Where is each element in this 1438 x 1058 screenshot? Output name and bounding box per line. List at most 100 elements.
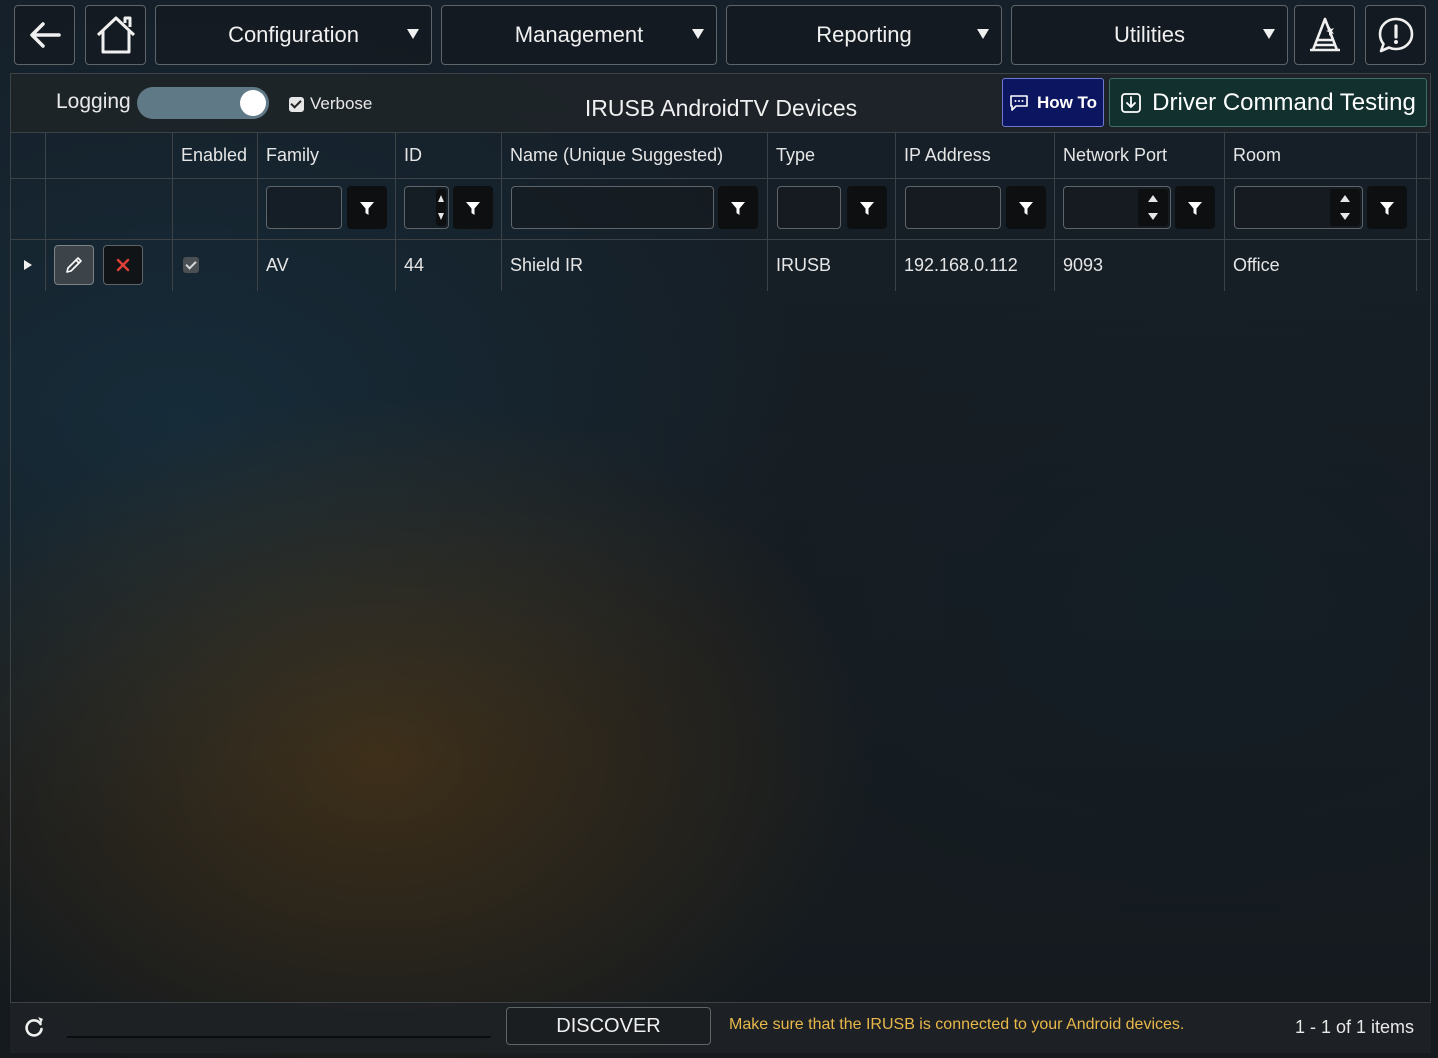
filter-icon — [360, 201, 374, 215]
how-to-label: How To — [1036, 92, 1098, 112]
type-filter-input[interactable] — [777, 186, 841, 229]
filter-family — [258, 178, 396, 239]
close-icon — [116, 258, 130, 272]
devices-panel: Logging Verbose IRUSB AndroidTV Devices … — [10, 73, 1431, 1003]
header-room-label: Room — [1233, 144, 1282, 165]
name-cell: Shield IR — [502, 239, 768, 291]
ip-filter-button[interactable] — [1006, 186, 1046, 229]
edit-button[interactable] — [54, 245, 94, 285]
chevron-down-icon — [1263, 29, 1275, 39]
utilities-menu[interactable]: Utilities — [1011, 5, 1288, 65]
spin-down-icon — [1340, 213, 1350, 221]
room-cell: Office — [1225, 239, 1417, 291]
chat-bubble-icon — [1010, 94, 1028, 111]
room-filter-button[interactable] — [1367, 186, 1407, 229]
filter-ip — [896, 178, 1055, 239]
header-name[interactable]: Name (Unique Suggested) — [502, 132, 768, 178]
configuration-menu-label: Configuration — [228, 22, 359, 47]
id-filter-spinner[interactable] — [436, 189, 446, 226]
pager-info: 1 - 1 of 1 items — [1294, 1017, 1414, 1037]
header-port[interactable]: Network Port — [1055, 132, 1225, 178]
filter-id — [396, 178, 502, 239]
filter-icon — [1380, 201, 1394, 215]
enabled-checkbox[interactable] — [183, 257, 199, 273]
header-family-label: Family — [266, 144, 319, 165]
progress-track — [67, 1036, 491, 1038]
chevron-down-icon — [692, 29, 704, 39]
header-ip[interactable]: IP Address — [896, 132, 1055, 178]
room-filter-input[interactable] — [1234, 186, 1363, 229]
id-filter-input[interactable] — [404, 186, 449, 229]
spin-up-icon — [1148, 194, 1158, 202]
logging-toggle[interactable] — [137, 87, 269, 119]
chevron-down-icon — [407, 29, 419, 39]
filter-type — [768, 178, 896, 239]
family-filter-input[interactable] — [266, 186, 342, 229]
how-to-button[interactable]: How To — [1002, 78, 1104, 127]
table-row[interactable]: AV 44 Shield IR IRUSB 192.168.0.112 9093… — [11, 239, 1430, 291]
verbose-label: Verbose — [310, 94, 373, 113]
type-cell: IRUSB — [768, 239, 896, 291]
id-filter-button[interactable] — [453, 186, 493, 229]
header-type[interactable]: Type — [768, 132, 896, 178]
driver-command-testing-label: Driver Command Testing — [1152, 88, 1416, 116]
grid-header-row: Enabled Family ID Name (Unique Suggested… — [11, 132, 1430, 179]
name-filter-button[interactable] — [718, 186, 758, 229]
driver-command-testing-button[interactable]: Driver Command Testing — [1109, 78, 1427, 127]
arrow-left-icon — [29, 22, 61, 48]
header-id-label: ID — [404, 144, 422, 165]
enabled-cell — [173, 239, 258, 291]
filter-icon — [466, 201, 480, 215]
filter-enabled — [173, 178, 258, 239]
spin-up-icon — [438, 194, 444, 202]
header-enabled-label: Enabled — [181, 144, 248, 165]
port-filter-input[interactable] — [1063, 186, 1171, 229]
room-filter-spinner[interactable] — [1330, 189, 1360, 226]
page-title: IRUSB AndroidTV Devices — [584, 95, 858, 121]
type-filter-button[interactable] — [847, 186, 887, 229]
filter-expand — [11, 178, 46, 239]
port-filter-button[interactable] — [1175, 186, 1215, 229]
filter-room — [1225, 178, 1417, 239]
family-filter-button[interactable] — [347, 186, 387, 229]
header-actions — [46, 132, 173, 178]
header-enabled[interactable]: Enabled — [173, 132, 258, 178]
logging-label: Logging — [56, 90, 131, 113]
port-filter-spinner[interactable] — [1138, 189, 1168, 226]
checkbox-check-icon — [289, 96, 304, 112]
filter-actions — [46, 178, 173, 239]
download-box-icon — [1121, 92, 1142, 113]
filter-port — [1055, 178, 1225, 239]
caret-right-icon — [24, 260, 32, 270]
back-button[interactable] — [14, 5, 75, 65]
family-cell: AV — [258, 239, 396, 291]
header-id[interactable]: ID — [396, 132, 502, 178]
ip-filter-input[interactable] — [905, 186, 1001, 229]
filter-icon — [860, 201, 874, 215]
reporting-menu-label: Reporting — [816, 22, 912, 47]
header-family[interactable]: Family — [258, 132, 396, 178]
expand-cell[interactable] — [11, 239, 46, 291]
verbose-checkbox[interactable]: Verbose — [289, 94, 372, 114]
header-name-label: Name (Unique Suggested) — [510, 144, 724, 165]
management-menu-label: Management — [514, 22, 644, 47]
refresh-icon[interactable] — [23, 1016, 45, 1038]
alert-bubble-icon — [1378, 17, 1413, 53]
home-button[interactable] — [85, 5, 146, 65]
discover-button[interactable]: DISCOVER — [506, 1007, 711, 1045]
management-menu[interactable]: Management — [441, 5, 717, 65]
alert-button[interactable] — [1365, 5, 1426, 65]
configuration-menu[interactable]: Configuration — [155, 5, 432, 65]
spin-up-icon — [1340, 194, 1350, 202]
wizard-button[interactable] — [1294, 5, 1355, 65]
toggle-knob — [240, 90, 266, 116]
filter-name — [502, 178, 768, 239]
name-filter-input[interactable] — [511, 186, 714, 229]
reporting-menu[interactable]: Reporting — [726, 5, 1002, 65]
port-cell: 9093 — [1055, 239, 1225, 291]
header-type-label: Type — [776, 144, 816, 165]
row-actions — [46, 239, 173, 291]
delete-button[interactable] — [103, 245, 143, 285]
header-room[interactable]: Room — [1225, 132, 1417, 178]
header-expand — [11, 132, 46, 178]
